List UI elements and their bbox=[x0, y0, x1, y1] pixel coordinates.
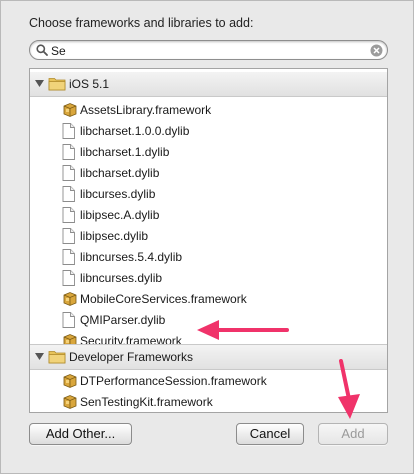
add-other-button[interactable]: Add Other... bbox=[29, 423, 132, 445]
framework-icon bbox=[62, 102, 78, 118]
list-item-label: libncurses.dylib bbox=[80, 271, 163, 285]
list-item[interactable]: libcharset.1.dylib bbox=[30, 142, 387, 163]
list-item[interactable]: SenTestingKit.framework bbox=[30, 392, 387, 412]
framework-icon bbox=[62, 394, 78, 410]
framework-icon bbox=[62, 291, 78, 307]
dialog-prompt: Choose frameworks and libraries to add: bbox=[29, 16, 254, 30]
cancel-button[interactable]: Cancel bbox=[236, 423, 304, 445]
file-icon bbox=[62, 228, 75, 244]
file-icon bbox=[62, 270, 75, 286]
list-item-label: libcharset.1.dylib bbox=[80, 145, 170, 159]
list-item-label: libipsec.A.dylib bbox=[80, 208, 160, 222]
search-icon bbox=[36, 44, 48, 56]
list-item[interactable]: AssetsLibrary.framework bbox=[30, 100, 387, 121]
list-item-label: QMIParser.dylib bbox=[80, 313, 166, 327]
disclosure-triangle-icon[interactable] bbox=[35, 353, 44, 361]
group-header-ios[interactable]: iOS 5.1 bbox=[30, 72, 387, 97]
file-icon bbox=[62, 123, 75, 139]
group-title: Developer Frameworks bbox=[69, 350, 194, 364]
annotation-arrow-down bbox=[338, 359, 360, 419]
search-input[interactable]: Se bbox=[51, 44, 66, 58]
list-item-label: SenTestingKit.framework bbox=[80, 395, 213, 409]
folder-icon bbox=[48, 76, 66, 91]
add-frameworks-sheet: Choose frameworks and libraries to add: … bbox=[0, 0, 414, 474]
list-item[interactable]: libncurses.5.4.dylib bbox=[30, 247, 387, 268]
list-item[interactable]: DTPerformanceSession.framework bbox=[30, 371, 387, 392]
list-item[interactable]: libipsec.dylib bbox=[30, 226, 387, 247]
list-item-label: libcurses.dylib bbox=[80, 187, 156, 201]
folder-icon bbox=[48, 349, 66, 364]
list-item[interactable]: libncurses.dylib bbox=[30, 268, 387, 289]
list-item[interactable]: libcurses.dylib bbox=[30, 184, 387, 205]
list-item-label: libcharset.dylib bbox=[80, 166, 160, 180]
group-title: iOS 5.1 bbox=[69, 77, 110, 91]
group-header-developer-frameworks[interactable]: Developer Frameworks bbox=[30, 344, 387, 370]
file-icon bbox=[62, 312, 75, 328]
file-icon bbox=[62, 165, 75, 181]
file-icon bbox=[62, 249, 75, 265]
list-item-label: AssetsLibrary.framework bbox=[80, 103, 212, 117]
list-item[interactable]: libcharset.1.0.0.dylib bbox=[30, 121, 387, 142]
clear-search-icon[interactable] bbox=[370, 44, 383, 57]
list-item-label: DTPerformanceSession.framework bbox=[80, 374, 267, 388]
file-icon bbox=[62, 144, 75, 160]
framework-icon bbox=[62, 373, 78, 389]
search-field[interactable]: Se bbox=[29, 40, 388, 60]
file-icon bbox=[62, 186, 75, 202]
list-item[interactable]: MobileCoreServices.framework bbox=[30, 289, 387, 310]
file-icon bbox=[62, 207, 75, 223]
list-item[interactable]: libipsec.A.dylib bbox=[30, 205, 387, 226]
list-item[interactable]: libcharset.dylib bbox=[30, 163, 387, 184]
add-button[interactable]: Add bbox=[318, 423, 388, 445]
list-item-label: libipsec.dylib bbox=[80, 229, 149, 243]
disclosure-triangle-icon[interactable] bbox=[35, 80, 44, 88]
list-item-label: libcharset.1.0.0.dylib bbox=[80, 124, 190, 138]
annotation-arrow-left bbox=[197, 320, 289, 340]
list-item-label: MobileCoreServices.framework bbox=[80, 292, 247, 306]
list-item-label: libncurses.5.4.dylib bbox=[80, 250, 183, 264]
